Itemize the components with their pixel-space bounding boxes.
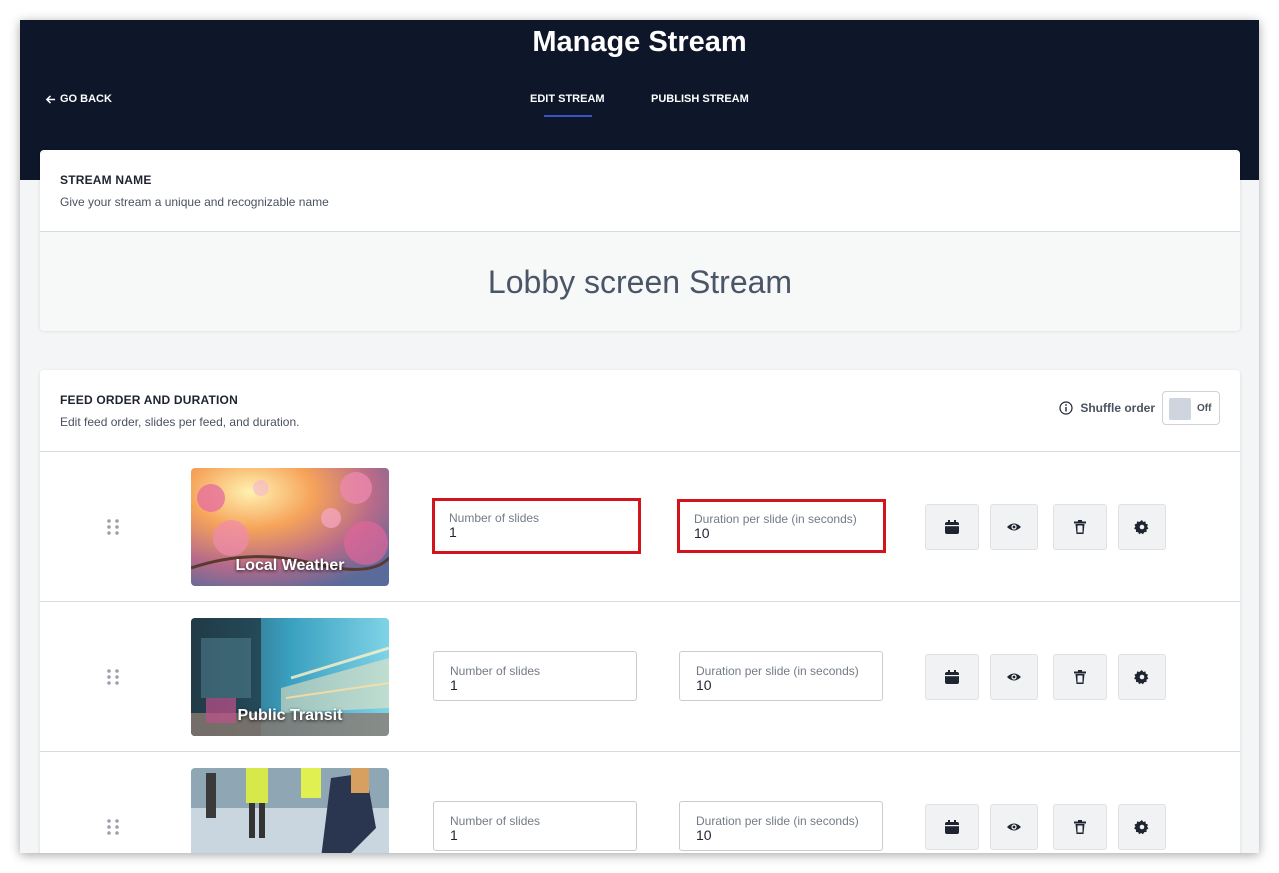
shuffle-order-control: Shuffle order Off xyxy=(1059,391,1220,425)
trash-icon xyxy=(1074,820,1086,834)
tab-publish-stream[interactable]: PUBLISH STREAM xyxy=(651,93,749,105)
toggle-state: Off xyxy=(1197,403,1212,414)
app-window: Manage Stream GO BACK EDIT STREAM PUBLIS… xyxy=(20,20,1259,853)
calendar-icon xyxy=(945,520,959,534)
field-label: Duration per slide (in seconds) xyxy=(694,512,857,526)
drag-handle-icon[interactable] xyxy=(106,518,120,536)
number-of-slides-field[interactable]: Number of slides xyxy=(432,498,641,554)
number-of-slides-input[interactable] xyxy=(449,524,599,540)
schedule-button[interactable] xyxy=(925,504,979,550)
section-subtitle: Edit feed order, slides per feed, and du… xyxy=(60,415,300,429)
delete-button[interactable] xyxy=(1053,804,1107,850)
shuffle-toggle[interactable]: Off xyxy=(1162,391,1220,425)
duration-per-slide-field[interactable]: Duration per slide (in seconds) xyxy=(677,499,886,553)
stream-name-input[interactable]: Lobby screen Stream xyxy=(40,231,1240,331)
preview-button[interactable] xyxy=(990,504,1038,550)
number-of-slides-input[interactable] xyxy=(450,827,600,843)
arrow-left-icon xyxy=(45,94,56,104)
page-title: Manage Stream xyxy=(532,26,747,58)
go-back-label: GO BACK xyxy=(60,93,112,105)
duration-per-slide-input[interactable] xyxy=(696,677,846,693)
feed-row: Local Weather Number of slides Duration … xyxy=(40,451,1240,602)
feed-order-card: FEED ORDER AND DURATION Edit feed order,… xyxy=(40,370,1240,853)
schedule-button[interactable] xyxy=(925,804,979,850)
tab-edit-stream[interactable]: EDIT STREAM xyxy=(530,93,605,105)
feed-name: Local Weather xyxy=(235,557,345,574)
duration-per-slide-field[interactable]: Duration per slide (in seconds) xyxy=(679,651,883,701)
delete-button[interactable] xyxy=(1053,654,1107,700)
gear-icon xyxy=(1134,520,1149,535)
preview-button[interactable] xyxy=(990,804,1038,850)
settings-button[interactable] xyxy=(1118,654,1166,700)
number-of-slides-field[interactable]: Number of slides xyxy=(433,651,637,701)
calendar-icon xyxy=(945,670,959,684)
delete-button[interactable] xyxy=(1053,504,1107,550)
field-label: Number of slides xyxy=(449,511,540,525)
drag-handle-icon[interactable] xyxy=(106,818,120,836)
gear-icon xyxy=(1134,670,1149,685)
feed-thumbnail: Public Transit xyxy=(191,618,389,736)
duration-per-slide-field[interactable]: Duration per slide (in seconds) xyxy=(679,801,883,851)
settings-button[interactable] xyxy=(1118,504,1166,550)
stream-name-value[interactable]: Lobby screen Stream xyxy=(40,264,1240,301)
trash-icon xyxy=(1074,520,1086,534)
trash-icon xyxy=(1074,670,1086,684)
stream-name-card: STREAM NAME Give your stream a unique an… xyxy=(40,150,1240,331)
duration-per-slide-input[interactable] xyxy=(694,525,844,541)
field-label: Duration per slide (in seconds) xyxy=(696,664,859,678)
field-label: Number of slides xyxy=(450,664,541,678)
field-label: Duration per slide (in seconds) xyxy=(696,814,859,828)
feed-thumbnail: Local Weather xyxy=(191,468,389,586)
field-label: Number of slides xyxy=(450,814,541,828)
feed-name: Public Transit xyxy=(237,707,343,724)
info-icon[interactable] xyxy=(1059,401,1073,415)
go-back-link[interactable]: GO BACK xyxy=(45,93,112,105)
eye-icon xyxy=(1007,823,1021,831)
number-of-slides-field[interactable]: Number of slides xyxy=(433,801,637,851)
shuffle-label: Shuffle order xyxy=(1080,401,1155,415)
section-title: FEED ORDER AND DURATION xyxy=(60,393,238,407)
number-of-slides-input[interactable] xyxy=(450,677,600,693)
gear-icon xyxy=(1134,820,1149,835)
active-tab-indicator xyxy=(544,115,592,117)
settings-button[interactable] xyxy=(1118,804,1166,850)
calendar-icon xyxy=(945,820,959,834)
schedule-button[interactable] xyxy=(925,654,979,700)
preview-button[interactable] xyxy=(990,654,1038,700)
feed-row: Public Transit Number of slides Duration… xyxy=(40,601,1240,752)
section-title: STREAM NAME xyxy=(60,173,152,187)
section-subtitle: Give your stream a unique and recognizab… xyxy=(60,195,329,209)
feed-row: Number of slides Duration per slide (in … xyxy=(40,751,1240,853)
drag-handle-icon[interactable] xyxy=(106,668,120,686)
eye-icon xyxy=(1007,673,1021,681)
eye-icon xyxy=(1007,523,1021,531)
toggle-knob xyxy=(1169,398,1191,420)
feed-thumbnail xyxy=(191,768,389,853)
duration-per-slide-input[interactable] xyxy=(696,827,846,843)
